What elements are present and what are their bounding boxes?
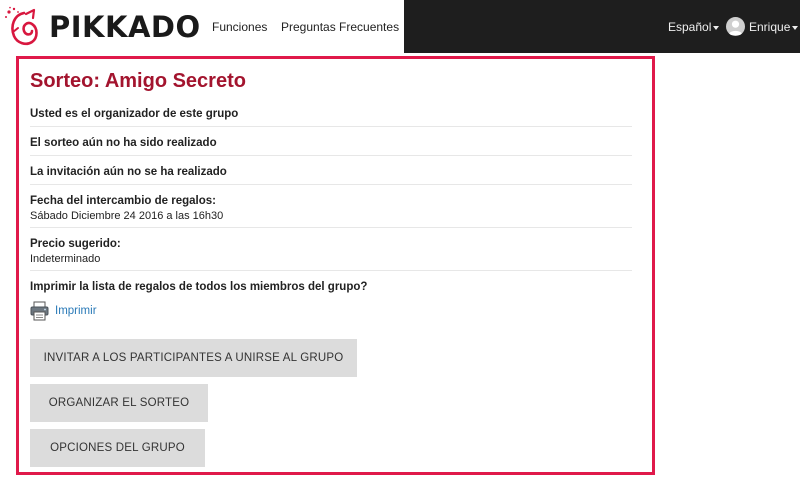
print-question: Imprimir la lista de regalos de todos lo… [30, 281, 368, 293]
language-label: Español [668, 20, 712, 34]
language-dropdown[interactable]: Español [668, 19, 720, 35]
printer-icon [30, 301, 49, 321]
top-navbar: PIKKADO Funciones Preguntas Frecuentes E… [0, 0, 800, 53]
suggested-price-row: Precio sugerido: Indeterminado [30, 237, 632, 271]
invite-participants-button[interactable]: INVITAR A LOS PARTICIPANTES A UNIRSE AL … [30, 339, 357, 377]
brand-area: PIKKADO Funciones Preguntas Frecuentes [0, 0, 404, 53]
nav-link-preguntas-frecuentes[interactable]: Preguntas Frecuentes [281, 19, 399, 35]
organize-draw-button[interactable]: ORGANIZAR EL SORTEO [30, 384, 208, 422]
user-name: Enrique [749, 20, 791, 34]
print-link[interactable]: Imprimir [30, 300, 97, 322]
status-row-organizer: Usted es el organizador de este grupo [30, 107, 632, 127]
status-row-draw: El sorteo aún no ha sido realizado [30, 136, 632, 156]
caret-down-icon [792, 25, 799, 30]
exchange-date-label: Fecha del intercambio de regalos: [30, 195, 216, 207]
status-text: Usted es el organizador de este grupo [30, 108, 239, 120]
print-link-label: Imprimir [55, 305, 97, 317]
suggested-price-label: Precio sugerido: [30, 238, 121, 250]
exchange-date-value: Sábado Diciembre 24 2016 a las 16h30 [30, 210, 224, 222]
status-text: El sorteo aún no ha sido realizado [30, 137, 217, 149]
status-text: La invitación aún no se ha realizado [30, 166, 227, 178]
user-menu-dropdown[interactable]: Enrique [749, 19, 799, 35]
suggested-price-value: Indeterminado [30, 253, 101, 265]
brand-name[interactable]: PIKKADO [49, 9, 201, 45]
group-options-button[interactable]: OPCIONES DEL GRUPO [30, 429, 205, 467]
nav-link-funciones[interactable]: Funciones [212, 19, 267, 35]
pikkado-logo-icon[interactable] [4, 6, 46, 48]
group-panel: Sorteo: Amigo Secreto Usted es el organi… [16, 56, 655, 475]
exchange-date-row: Fecha del intercambio de regalos: Sábado… [30, 194, 632, 228]
status-row-invitation: La invitación aún no se ha realizado [30, 165, 632, 185]
page-title: Sorteo: Amigo Secreto [30, 70, 246, 92]
caret-down-icon [713, 25, 720, 30]
user-avatar-icon[interactable] [726, 17, 745, 36]
